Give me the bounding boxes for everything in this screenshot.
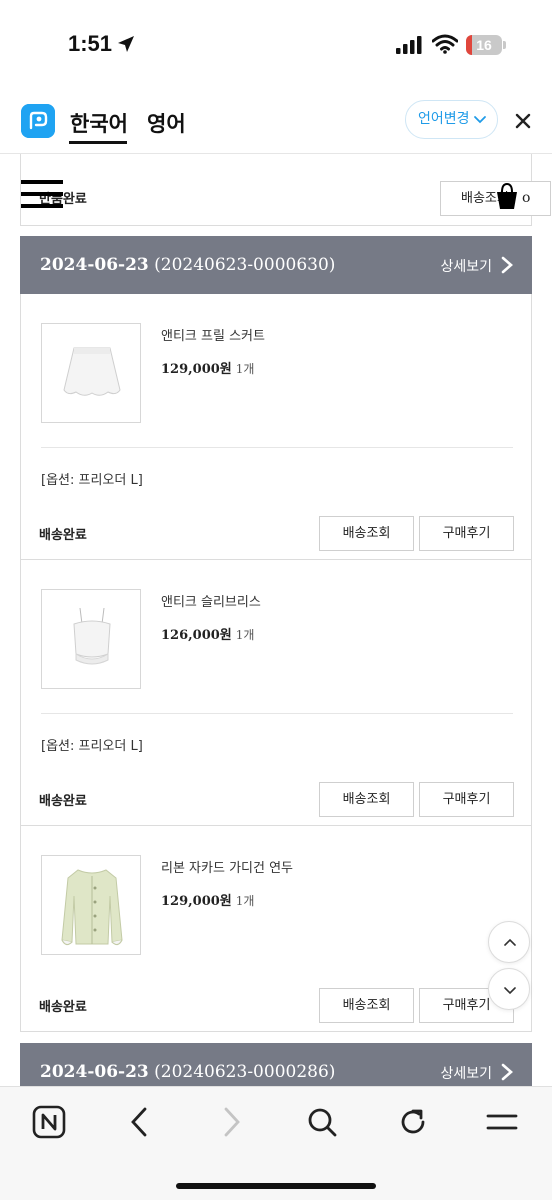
active-tab-underline: [69, 141, 127, 144]
search-icon[interactable]: [305, 1105, 339, 1139]
order-header: 2024-06-23 (20240623-0000630) 상세보기: [20, 236, 532, 294]
status-bar: 1:51 16: [0, 0, 552, 88]
price-value: 126,000원: [161, 628, 232, 643]
divider: [41, 447, 513, 448]
product-option: [옵션: 프리오더 L]: [41, 739, 143, 754]
back-arrow-icon[interactable]: [123, 1105, 157, 1139]
forward-arrow-icon: [224, 1107, 240, 1137]
product-name[interactable]: 앤티크 프릴 스커트: [161, 325, 265, 344]
status-time: 1:51: [68, 31, 113, 56]
order-date: 2024-06-23: [40, 255, 149, 275]
naver-n-icon[interactable]: [32, 1105, 66, 1139]
chevron-right-icon: [501, 256, 513, 274]
product-name[interactable]: 리본 자카드 가디건 연두: [161, 857, 293, 876]
location-arrow-icon: [118, 36, 134, 52]
quantity: 1개: [235, 894, 255, 908]
scroll-up-button[interactable]: [488, 921, 530, 963]
track-delivery-button[interactable]: 배송조회: [319, 782, 414, 817]
shopping-bag-icon[interactable]: [495, 181, 519, 211]
view-details-link[interactable]: 상세보기: [440, 1063, 514, 1083]
product-price: 129,000원 1개: [161, 358, 254, 377]
order-number: (20240623-0000630): [154, 255, 336, 275]
papago-logo-icon[interactable]: [21, 104, 55, 138]
tab-english[interactable]: 영어: [147, 108, 186, 138]
skirt-image: [63, 347, 121, 396]
hamburger-menu-icon[interactable]: [21, 180, 63, 214]
menu-icon[interactable]: [485, 1105, 519, 1139]
price-value: 129,000원: [161, 894, 232, 909]
order-item: 앤티크 슬리브리스 126,000원 1개 [옵션: 프리오더 L] 배송완료 배…: [20, 560, 532, 826]
order-item: 앤티크 프릴 스커트 129,000원 1개 [옵션: 프리오더 L] 배송완료 …: [20, 294, 532, 560]
order-date: 2024-06-23: [40, 1062, 149, 1082]
track-delivery-button[interactable]: 배송조회: [319, 516, 414, 551]
battery-indicator: 16: [466, 35, 502, 55]
track-delivery-button[interactable]: 배송조회: [319, 988, 414, 1023]
order-history-page: 반품완료 배송조회 o 2024-06-23 (20240623-0000630…: [0, 154, 552, 1086]
chevron-down-icon: [474, 116, 486, 124]
order-header: 2024-06-23 (20240623-0000286) 상세보기: [20, 1043, 532, 1086]
write-review-button[interactable]: 구매후기: [419, 516, 514, 551]
price-value: 129,000원: [161, 362, 232, 377]
product-image[interactable]: [41, 323, 141, 423]
quantity: 1개: [235, 362, 255, 376]
change-language-label: 언어변경: [418, 111, 470, 127]
delivery-status: 배송완료: [39, 794, 87, 809]
quantity: 1개: [235, 628, 255, 642]
delivery-status: 배송완료: [39, 528, 87, 543]
cardigan-image: [61, 869, 123, 946]
product-price: 129,000원 1개: [161, 890, 254, 909]
close-icon[interactable]: [512, 110, 534, 132]
cellular-signal-icon: [396, 36, 422, 54]
reload-icon[interactable]: [396, 1105, 430, 1139]
order-number: (20240623-0000286): [154, 1062, 336, 1082]
truncated-text: o: [522, 190, 531, 206]
delivery-status: 배송완료: [39, 1000, 87, 1015]
scroll-down-button[interactable]: [488, 968, 530, 1010]
scroll-up-icon: [504, 938, 516, 946]
view-details-link[interactable]: 상세보기: [440, 256, 514, 276]
translate-bar: 한국어 영어 언어변경: [0, 88, 552, 154]
product-option: [옵션: 프리오더 L]: [41, 473, 143, 488]
order-title: 2024-06-23 (20240623-0000630): [40, 255, 335, 275]
wifi-icon: [432, 34, 458, 54]
scroll-down-icon: [504, 987, 516, 995]
write-review-button[interactable]: 구매후기: [419, 782, 514, 817]
product-name[interactable]: 앤티크 슬리브리스: [161, 591, 261, 610]
product-image[interactable]: [41, 855, 141, 955]
browser-toolbar: [0, 1086, 552, 1200]
order-title: 2024-06-23 (20240623-0000286): [40, 1062, 335, 1082]
divider: [41, 713, 513, 714]
previous-order-card: 반품완료 배송조회: [20, 154, 551, 226]
battery-level: 16: [476, 37, 492, 53]
order-item: 리본 자카드 가디건 연두 129,000원 1개 배송완료 배송조회 구매후기: [20, 826, 532, 1032]
product-price: 126,000원 1개: [161, 624, 254, 643]
tab-korean[interactable]: 한국어: [70, 108, 128, 138]
view-details-label: 상세보기: [440, 1066, 492, 1082]
home-indicator: [176, 1183, 376, 1189]
sleeveless-top-image: [73, 607, 111, 665]
product-image[interactable]: [41, 589, 141, 689]
chevron-right-icon: [501, 1063, 513, 1081]
change-language-button[interactable]: 언어변경: [405, 100, 498, 139]
battery-nub: [503, 41, 506, 49]
view-details-label: 상세보기: [440, 259, 492, 275]
